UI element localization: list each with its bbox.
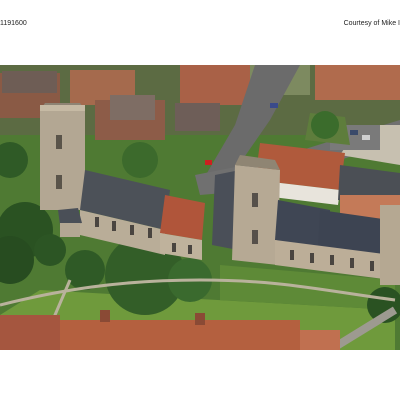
image-id-label: 1191600 [0, 20, 27, 27]
aerial-photo [0, 65, 400, 350]
credit-label: Courtesy of Mike I [343, 20, 400, 27]
